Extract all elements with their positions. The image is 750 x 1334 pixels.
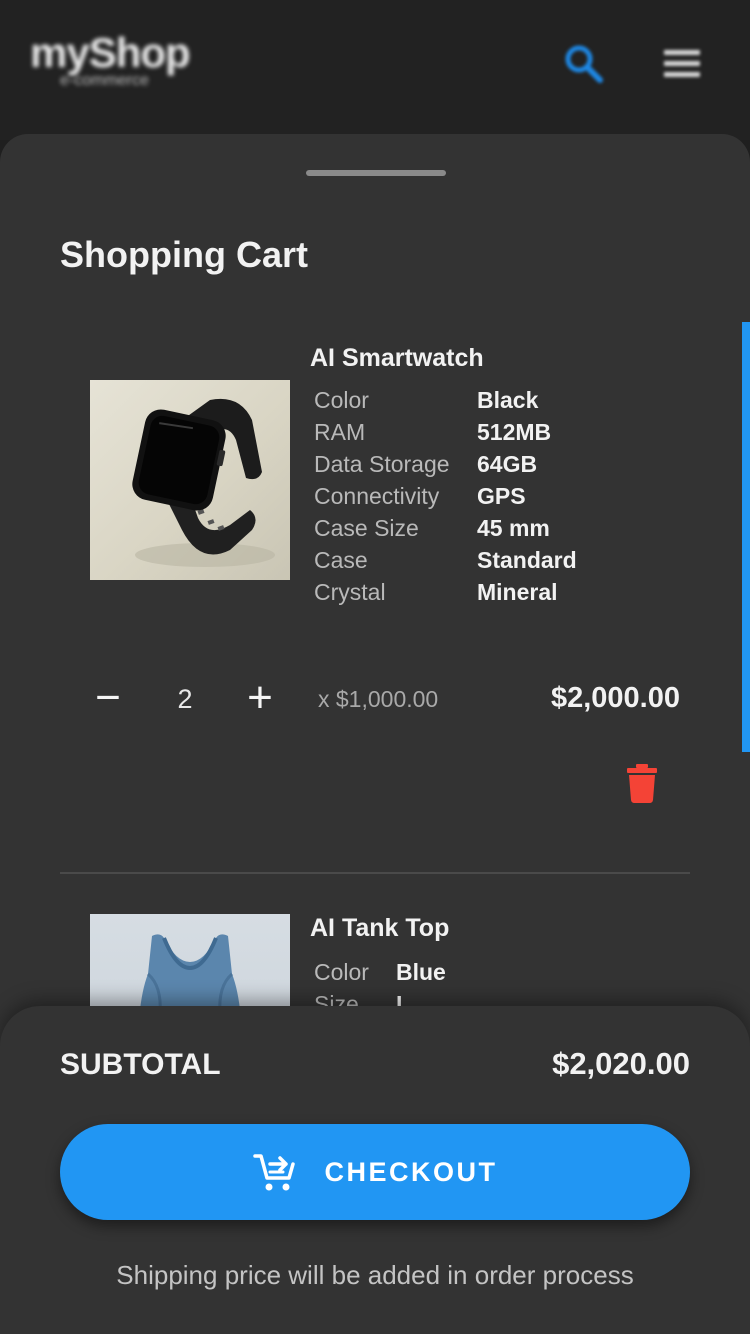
sheet-drag-handle[interactable]	[306, 170, 446, 176]
spec-row: Color Blue	[314, 956, 446, 988]
spec-label: Case Size	[314, 515, 419, 541]
spec-row: Connectivity GPS	[314, 480, 577, 512]
page-title: Shopping Cart	[60, 234, 308, 275]
item-name[interactable]: AI Tank Top	[310, 914, 449, 943]
app-header: myShop e-commerce	[0, 0, 750, 140]
checkout-panel: SUBTOTAL $2,020.00 CHECKOUT Shipping pri…	[0, 1006, 750, 1334]
item-specs: Color Black RAM 512MB Data Storage 64GB …	[314, 384, 577, 608]
checkout-label: CHECKOUT	[324, 1156, 498, 1187]
spec-label: Color	[314, 959, 369, 985]
spec-value: 45 mm	[477, 515, 550, 541]
spec-label: Color	[314, 387, 369, 413]
search-icon[interactable]	[562, 42, 606, 91]
spec-row: RAM 512MB	[314, 416, 577, 448]
spec-label: Data Storage	[314, 451, 450, 477]
subtotal-label: SUBTOTAL	[60, 1048, 221, 1081]
item-name[interactable]: AI Smartwatch	[310, 344, 484, 373]
spec-row: Color Black	[314, 384, 577, 416]
cart-item: AI Smartwatch Color Black RAM 512MB Data…	[60, 334, 690, 874]
spec-value: 64GB	[477, 451, 538, 477]
unit-price: x $1,000.00	[318, 686, 439, 712]
line-total: $2,000.00	[550, 682, 680, 714]
logo: myShop e-commerce	[30, 29, 191, 90]
increase-quantity-button[interactable]: +	[240, 676, 280, 720]
hamburger-menu-icon[interactable]	[664, 50, 700, 83]
checkout-button[interactable]: CHECKOUT	[60, 1124, 690, 1220]
item-divider	[60, 872, 690, 874]
spec-value: Mineral	[477, 579, 558, 605]
spec-value: 512MB	[477, 419, 552, 445]
spec-value: Standard	[477, 547, 577, 573]
smartwatch-image	[90, 380, 290, 580]
spec-row: Crystal Mineral	[314, 576, 577, 608]
decrease-quantity-button[interactable]: −	[88, 676, 128, 720]
spec-value: Blue	[396, 959, 446, 985]
quantity-value: 2	[177, 684, 193, 714]
spec-value: Black	[477, 387, 539, 413]
spec-label: Case	[314, 547, 368, 573]
spec-value: GPS	[477, 483, 526, 509]
subtotal-value: $2,020.00	[552, 1046, 690, 1081]
cart-arrow-icon	[252, 1150, 297, 1194]
quantity-stepper: − 2 + x $1,000.00 $2,000.00	[60, 670, 690, 730]
trash-icon[interactable]	[626, 764, 658, 804]
scrollbar[interactable]	[742, 322, 750, 752]
spec-row: Data Storage 64GB	[314, 448, 577, 480]
spec-row: Case Size 45 mm	[314, 512, 577, 544]
shipping-note: Shipping price will be added in order pr…	[116, 1260, 634, 1290]
logo-title: myShop	[30, 29, 191, 76]
spec-label: Connectivity	[314, 483, 440, 509]
spec-label: Crystal	[314, 579, 386, 605]
spec-label: RAM	[314, 419, 366, 445]
spec-row: Case Standard	[314, 544, 577, 576]
